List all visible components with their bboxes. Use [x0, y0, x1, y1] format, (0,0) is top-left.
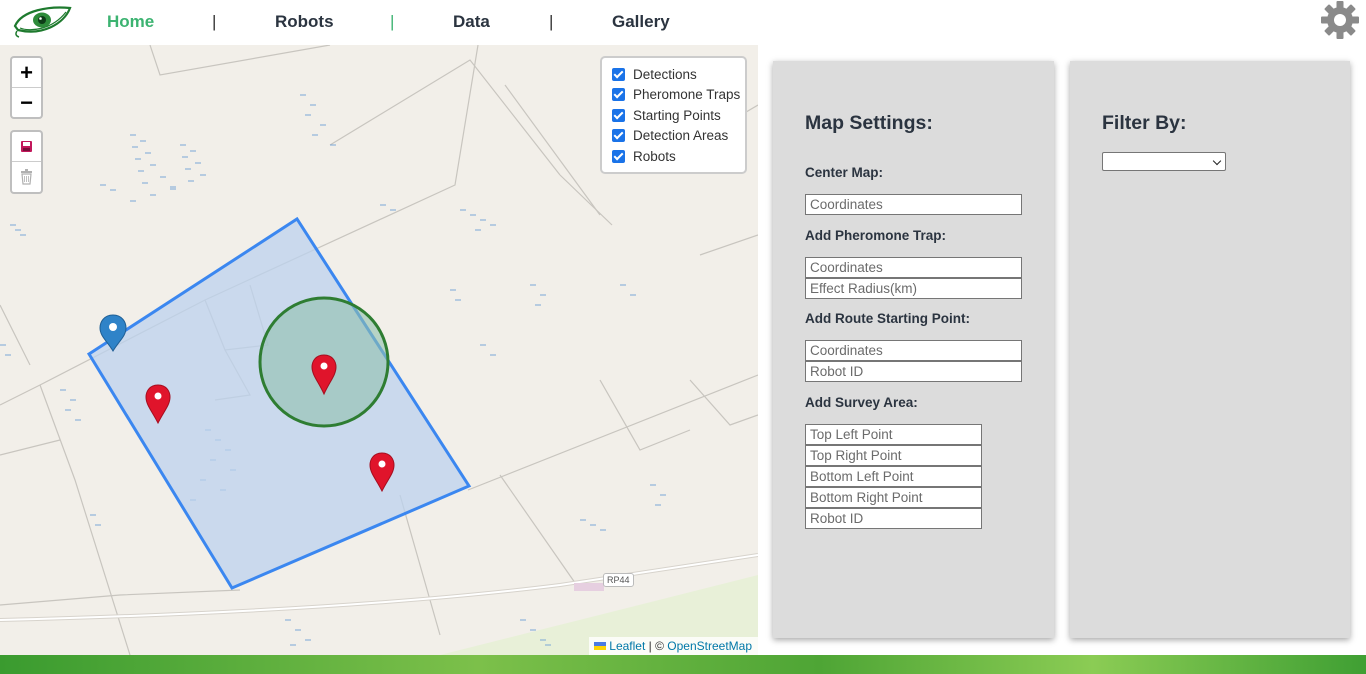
survey-bottom-left-input[interactable]: [805, 466, 982, 487]
layer-toggle-starting-points[interactable]: Starting Points: [612, 105, 745, 126]
nav-robots-link[interactable]: Robots: [275, 12, 334, 32]
layer-toggle-detection-areas[interactable]: Detection Areas: [612, 126, 745, 147]
road-label: RP44: [603, 573, 634, 587]
pheromone-trap-radius-input[interactable]: [805, 278, 1022, 299]
save-button[interactable]: [12, 132, 41, 162]
trash-icon: [21, 169, 32, 185]
draw-control: [10, 130, 43, 194]
checkbox-checked-icon[interactable]: [612, 108, 625, 122]
layer-label: Detections: [633, 66, 697, 82]
nav-separator: |: [390, 12, 395, 31]
route-start-coordinates-input[interactable]: [805, 340, 1022, 361]
nav-gallery-link[interactable]: Gallery: [612, 12, 670, 32]
pheromone-trap-coordinates-input[interactable]: [805, 257, 1022, 278]
map-view[interactable]: + − Detections Pheromone Traps Starting …: [0, 45, 758, 655]
add-route-starting-point-label: Add Route Starting Point:: [805, 311, 970, 326]
chevron-down-icon: [1212, 156, 1222, 166]
layer-toggle-detections[interactable]: Detections: [612, 64, 745, 85]
attribution-separator: | ©: [648, 639, 664, 653]
route-start-robot-id-input[interactable]: [805, 361, 1022, 382]
layer-label: Robots: [633, 148, 676, 164]
zoom-out-button[interactable]: −: [12, 88, 41, 117]
center-map-coordinates-input[interactable]: [805, 194, 1022, 215]
checkbox-checked-icon[interactable]: [612, 88, 625, 102]
delete-button[interactable]: [12, 162, 41, 192]
layer-control: Detections Pheromone Traps Starting Poin…: [600, 56, 747, 174]
leaflet-link[interactable]: Leaflet: [609, 639, 645, 653]
save-icon: [21, 141, 32, 152]
layer-label: Detection Areas: [633, 128, 729, 144]
footer-grass-banner: [0, 655, 1366, 674]
ukraine-flag-icon: [594, 642, 607, 650]
zoom-in-button[interactable]: +: [12, 58, 41, 88]
nav-separator: |: [549, 12, 554, 31]
survey-top-right-input[interactable]: [805, 445, 982, 466]
checkbox-checked-icon[interactable]: [612, 67, 625, 81]
add-survey-area-label: Add Survey Area:: [805, 395, 918, 410]
nav-separator: |: [212, 12, 217, 31]
map-settings-panel: Map Settings: Center Map: Add Pheromone …: [773, 61, 1054, 638]
layer-toggle-pheromone-traps[interactable]: Pheromone Traps: [612, 85, 745, 106]
filter-panel: Filter By:: [1070, 61, 1350, 638]
layer-label: Starting Points: [633, 107, 721, 123]
survey-top-left-input[interactable]: [805, 424, 982, 445]
nav-data-link[interactable]: Data: [453, 12, 490, 32]
add-pheromone-trap-label: Add Pheromone Trap:: [805, 228, 947, 243]
zoom-control: + −: [10, 56, 43, 119]
gear-icon[interactable]: [1320, 0, 1360, 40]
checkbox-checked-icon[interactable]: [612, 129, 625, 143]
map-attribution: Leaflet | © OpenStreetMap: [589, 637, 758, 655]
nav-home-link[interactable]: Home: [107, 12, 154, 32]
layer-label: Pheromone Traps: [633, 87, 741, 103]
road-segment-highlight: [574, 583, 604, 591]
filter-by-title: Filter By:: [1102, 112, 1187, 134]
layer-toggle-robots[interactable]: Robots: [612, 146, 745, 167]
map-settings-title: Map Settings:: [805, 112, 933, 134]
top-navigation-bar: Home | Robots | Data | Gallery: [0, 0, 1366, 45]
eye-leaf-logo[interactable]: [12, 4, 72, 38]
center-map-label: Center Map:: [805, 165, 884, 180]
survey-robot-id-input[interactable]: [805, 508, 982, 529]
openstreetmap-link[interactable]: OpenStreetMap: [667, 639, 752, 653]
filter-select[interactable]: [1102, 152, 1226, 171]
checkbox-checked-icon[interactable]: [612, 149, 625, 163]
survey-bottom-right-input[interactable]: [805, 487, 982, 508]
